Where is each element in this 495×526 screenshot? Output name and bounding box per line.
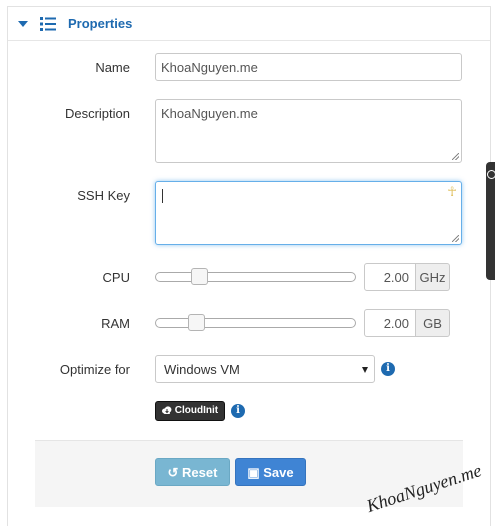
ssh-key-label: SSH Key: [77, 188, 130, 203]
save-button[interactable]: ▣ Save: [235, 458, 306, 486]
password-manager-icon[interactable]: ☥: [447, 184, 457, 200]
optimize-for-selected: Windows VM: [164, 362, 240, 377]
ram-input[interactable]: 2.00: [364, 309, 416, 337]
resize-grip-icon[interactable]: [452, 235, 459, 242]
text-caret: [162, 189, 163, 203]
name-label: Name: [95, 60, 130, 75]
ssh-key-textarea[interactable]: ☥: [155, 181, 462, 245]
side-tab-icon: [487, 170, 495, 179]
optimize-for-label: Optimize for: [59, 362, 130, 377]
description-label: Description: [64, 106, 130, 121]
info-icon[interactable]: i: [231, 404, 245, 418]
cpu-input[interactable]: 2.00: [364, 263, 416, 291]
description-textarea[interactable]: KhoaNguyen.me: [155, 99, 462, 163]
ram-slider[interactable]: [155, 318, 356, 328]
resize-grip-icon[interactable]: [452, 153, 459, 160]
chevron-down-icon: [362, 367, 368, 373]
cpu-unit: GHz: [416, 263, 450, 291]
panel-header[interactable]: Properties: [8, 7, 490, 41]
cloud-icon: [162, 406, 172, 414]
cloudinit-label: CloudInit: [174, 405, 219, 416]
collapse-arrow-icon[interactable]: [18, 21, 28, 27]
panel-title: Properties: [68, 16, 133, 31]
info-icon[interactable]: i: [381, 362, 395, 376]
optimize-for-select[interactable]: Windows VM: [155, 355, 375, 383]
properties-panel: Properties Name KhoaNguyen.me Descriptio…: [7, 6, 491, 526]
cpu-label: CPU: [102, 270, 130, 285]
list-icon: [40, 17, 56, 31]
name-input[interactable]: KhoaNguyen.me: [155, 53, 462, 81]
ram-label: RAM: [101, 316, 130, 331]
cpu-slider-handle[interactable]: [191, 268, 209, 285]
reset-button-label: Reset: [182, 465, 218, 480]
description-textarea-value: KhoaNguyen.me: [161, 106, 258, 121]
cloudinit-badge[interactable]: CloudInit: [155, 401, 226, 421]
floppy-disk-icon: ▣: [247, 465, 260, 480]
ram-slider-handle[interactable]: [187, 314, 205, 331]
reset-button[interactable]: ↺ Reset: [155, 458, 230, 486]
cpu-slider[interactable]: [155, 272, 356, 282]
name-input-value: KhoaNguyen.me: [161, 60, 258, 75]
side-panel-tab[interactable]: [486, 162, 495, 280]
save-button-label: Save: [263, 465, 294, 480]
ram-unit: GB: [416, 309, 450, 337]
undo-icon: ↺: [167, 465, 179, 480]
